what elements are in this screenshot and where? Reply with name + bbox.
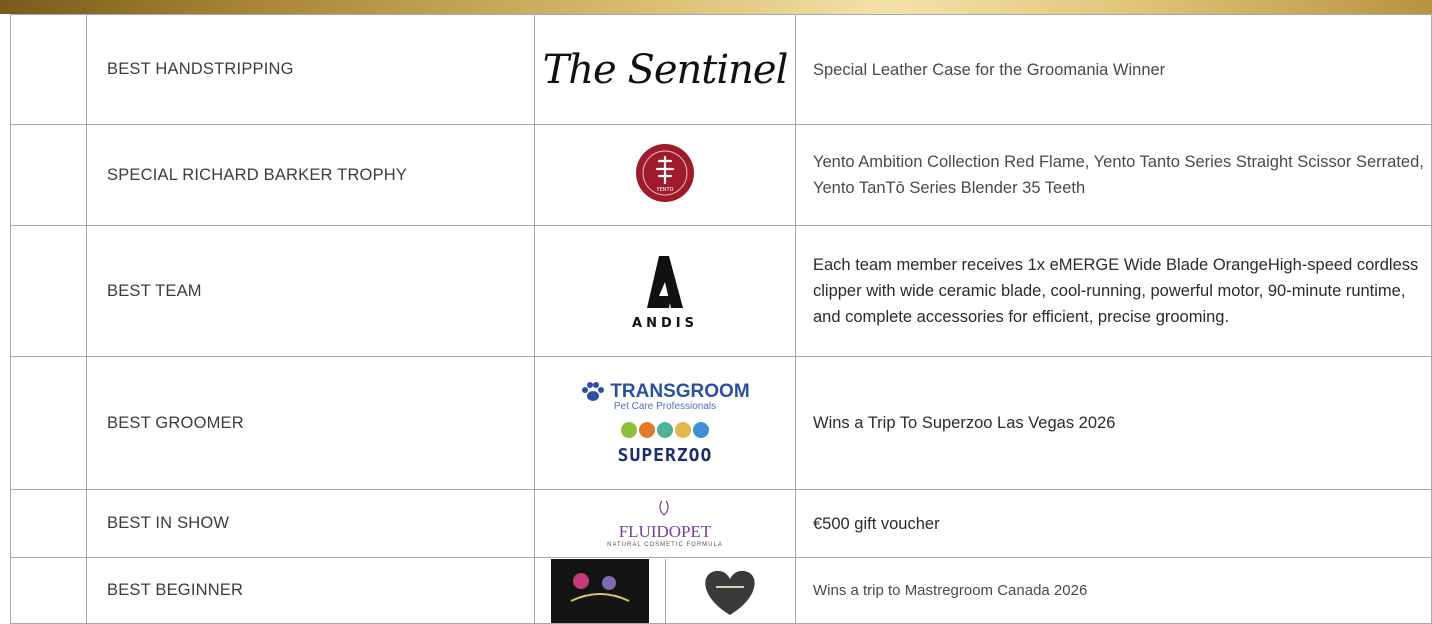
transgroom-logo-text: TRANSGROOM <box>610 380 750 402</box>
transgroom-logo-subtext: Pet Care Professionals <box>613 400 717 412</box>
table-row: SPECIAL RICHARD BARKER TROPHY YENTO Yent… <box>10 124 1432 226</box>
award-prize: €500 gift voucher <box>795 489 1432 558</box>
paw-icon <box>582 381 605 401</box>
award-category: SPECIAL RICHARD BARKER TROPHY <box>86 124 535 226</box>
sponsor-logo-transgroom-superzoo: TRANSGROOM Pet Care Professionals SUPERZ… <box>534 356 796 490</box>
sponsor-logo-andis: ANDIS <box>534 225 796 357</box>
svg-text:YENTO: YENTO <box>656 187 674 193</box>
award-prize: Wins a trip to Mastregroom Canada 2026 <box>795 557 1432 624</box>
award-category: BEST IN SHOW <box>86 489 535 558</box>
award-category: BEST BEGINNER <box>86 557 535 624</box>
superzoo-logo-text: SUPERZOO <box>617 444 713 466</box>
andis-logo-text: ANDIS <box>632 315 698 331</box>
award-category: BEST GROOMER <box>86 356 535 490</box>
sponsor-logo-fluidopet: FLUIDOPET NATURAL COSMETIC FORMULA <box>534 489 796 558</box>
table-row: BEST TEAM ANDIS Each team member receive… <box>10 225 1432 357</box>
fluidopet-emblem-icon <box>659 500 669 516</box>
award-prize: Wins a Trip To Superzoo Las Vegas 2026 <box>795 356 1432 490</box>
award-category: BEST HANDSTRIPPING <box>86 14 535 125</box>
award-category: BEST TEAM <box>86 225 535 357</box>
award-prize: Special Leather Case for the Groomania W… <box>795 14 1432 125</box>
fluidopet-logo-text: FLUIDOPET <box>618 522 712 541</box>
gold-header-bar <box>0 0 1432 14</box>
event-logo-dark-icon <box>550 558 649 623</box>
sentinel-logo-text: The Sentinel <box>542 46 789 93</box>
table-row: BEST IN SHOW FLUIDOPET NATURAL COSMETIC … <box>10 489 1432 558</box>
table-row: BEST BEGINNER Wins a trip to Mastregroom… <box>10 557 1432 624</box>
fluidopet-logo-subtext: NATURAL COSMETIC FORMULA <box>607 542 723 548</box>
table-row: BEST GROOMER TRANSGROOM Pet Care Profess… <box>10 356 1432 490</box>
empty-cell <box>10 356 87 490</box>
empty-cell <box>10 489 87 558</box>
empty-cell <box>10 14 87 125</box>
heart-badge-icon <box>705 570 755 615</box>
table-row: BEST HANDSTRIPPING The Sentinel Special … <box>10 14 1432 125</box>
beginner-logo-left <box>535 558 666 623</box>
beginner-logo-right <box>666 559 796 623</box>
sponsor-logo-sentinel: The Sentinel <box>534 14 796 125</box>
award-prize: Yento Ambition Collection Red Flame, Yen… <box>795 124 1432 226</box>
andis-logo-icon <box>647 255 683 308</box>
award-prize: Each team member receives 1x eMERGE Wide… <box>795 225 1432 357</box>
yento-logo-icon: YENTO <box>636 143 694 202</box>
awards-table: BEST HANDSTRIPPING The Sentinel Special … <box>10 14 1432 624</box>
empty-cell <box>10 557 87 624</box>
superzoo-mascots-icon <box>535 420 795 445</box>
empty-cell <box>10 124 87 226</box>
sponsor-logos-beginner <box>534 557 796 624</box>
empty-cell <box>10 225 87 357</box>
sponsor-logo-yento: YENTO <box>534 124 796 226</box>
